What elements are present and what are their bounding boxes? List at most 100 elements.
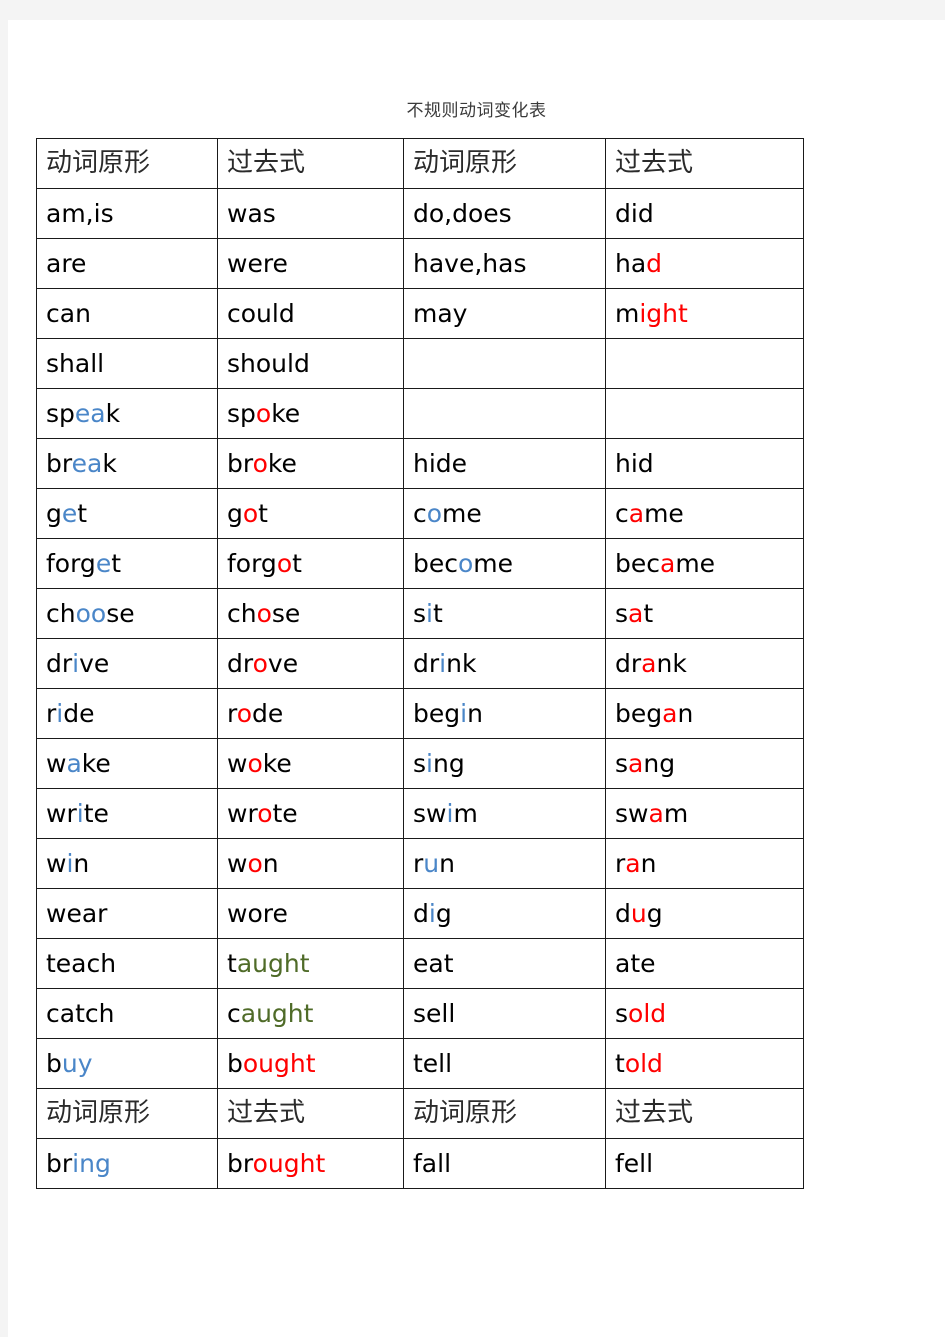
verb-cell: taught [217,938,404,989]
text-segment: o [458,548,474,578]
text-segment: 过去式 [615,1098,694,1129]
text-segment: me [644,498,684,528]
verb-cell: catch [36,988,218,1039]
table-row: are were have,has had [36,238,804,289]
text-segment: catch [46,998,115,1028]
text-segment: forg [227,548,277,578]
verb-cell: sang [605,738,804,789]
text-segment: a [660,548,676,578]
verb-cell: have,has [403,238,606,289]
text-segment: n [262,848,279,878]
verb-cell: dig [403,888,606,939]
table-row: break broke hide hid [36,438,804,489]
text-segment: were [227,248,288,278]
text-segment: br [227,448,253,478]
verb-cell: may [403,288,606,339]
text-segment: r [227,698,237,728]
text-segment: o [247,748,263,778]
text-segment: o [257,798,273,828]
verb-cell: began [605,688,804,739]
text-segment: shall [46,348,105,378]
verb-cell: sing [403,738,606,789]
text-segment: ch [227,598,257,628]
verb-cell: forget [36,538,218,589]
text-segment: are [46,248,87,278]
text-segment: ke [262,748,292,778]
text-segment: b [46,1048,62,1078]
text-segment: a [628,498,645,528]
text-segment: ke [267,448,297,478]
text-segment: do,does [413,198,512,228]
text-segment: ve [79,648,110,678]
text-segment: c [615,498,629,528]
text-segment: o [236,698,253,728]
text-segment: br [227,1148,253,1178]
document-page: 不规则动词变化表 动词原形 过去式 动词原形 过去式 am,is was do,does di… [8,20,945,1337]
table-row: teach taught eat ate [36,938,804,989]
text-segment: 过去式 [227,1098,306,1129]
text-segment: d [646,248,663,278]
column-header-cell: 过去式 [605,138,804,189]
text-segment: w [46,748,67,778]
text-segment: a [662,698,678,728]
text-segment: ing [72,1148,111,1178]
text-segment: ea [71,448,103,478]
table-row: speak spoke [36,388,804,439]
text-segment: t [615,1048,625,1078]
column-header-cell: 动词原形 [403,138,606,189]
verb-cell [403,338,606,389]
verb-cell: brought [217,1138,404,1189]
verb-cell: fell [605,1138,804,1189]
text-segment: o [255,398,272,428]
verb-cell: became [605,538,804,589]
text-segment: w [46,848,67,878]
text-segment: a [628,748,644,778]
text-segment: wr [227,798,258,828]
table-row: win won run ran [36,838,804,889]
text-segment: fell [615,1148,654,1178]
text-segment: may [413,298,468,328]
verb-cell: break [36,438,218,489]
text-segment: n [73,848,90,878]
text-segment: n [677,698,694,728]
text-segment: ought [242,1048,316,1078]
verb-cell: speak [36,388,218,439]
text-segment: d [413,898,429,928]
text-segment: bec [413,548,458,578]
text-segment: t [292,548,302,578]
text-segment: beg [413,698,461,728]
text-segment: k [105,398,121,428]
verb-cell: woke [217,738,404,789]
text-segment: o [256,598,272,628]
verb-cell: hide [403,438,606,489]
text-segment: wear [46,898,108,928]
text-segment: 动词原形 [46,148,151,179]
verb-cell: teach [36,938,218,989]
verb-cell: told [605,1038,804,1089]
text-segment: ke [271,398,301,428]
table-row: bring brought fall fell [36,1138,804,1189]
text-segment: sw [413,798,447,828]
text-segment: ch [46,598,76,628]
text-segment: g [227,498,243,528]
verb-cell: chose [217,588,404,639]
text-segment: u [423,848,440,878]
table-row: choose chose sit sat [36,588,804,639]
verb-cell: dug [605,888,804,939]
column-header-cell: 动词原形 [36,1088,218,1139]
text-segment: wr [46,798,77,828]
verb-cell: spoke [217,388,404,439]
verb-cell: might [605,288,804,339]
verb-cell: wrote [217,788,404,839]
column-header-cell: 过去式 [217,1088,404,1139]
text-segment: tell [413,1048,453,1078]
text-segment: me [442,498,482,528]
table-row: catch caught sell sold [36,988,804,1039]
verb-cell: ride [36,688,218,739]
verb-cell: do,does [403,188,606,239]
text-segment: s [615,598,629,628]
text-segment: me [473,548,514,578]
text-segment: sell [413,998,456,1028]
verb-cell: wake [36,738,218,789]
text-segment: m [453,798,478,828]
